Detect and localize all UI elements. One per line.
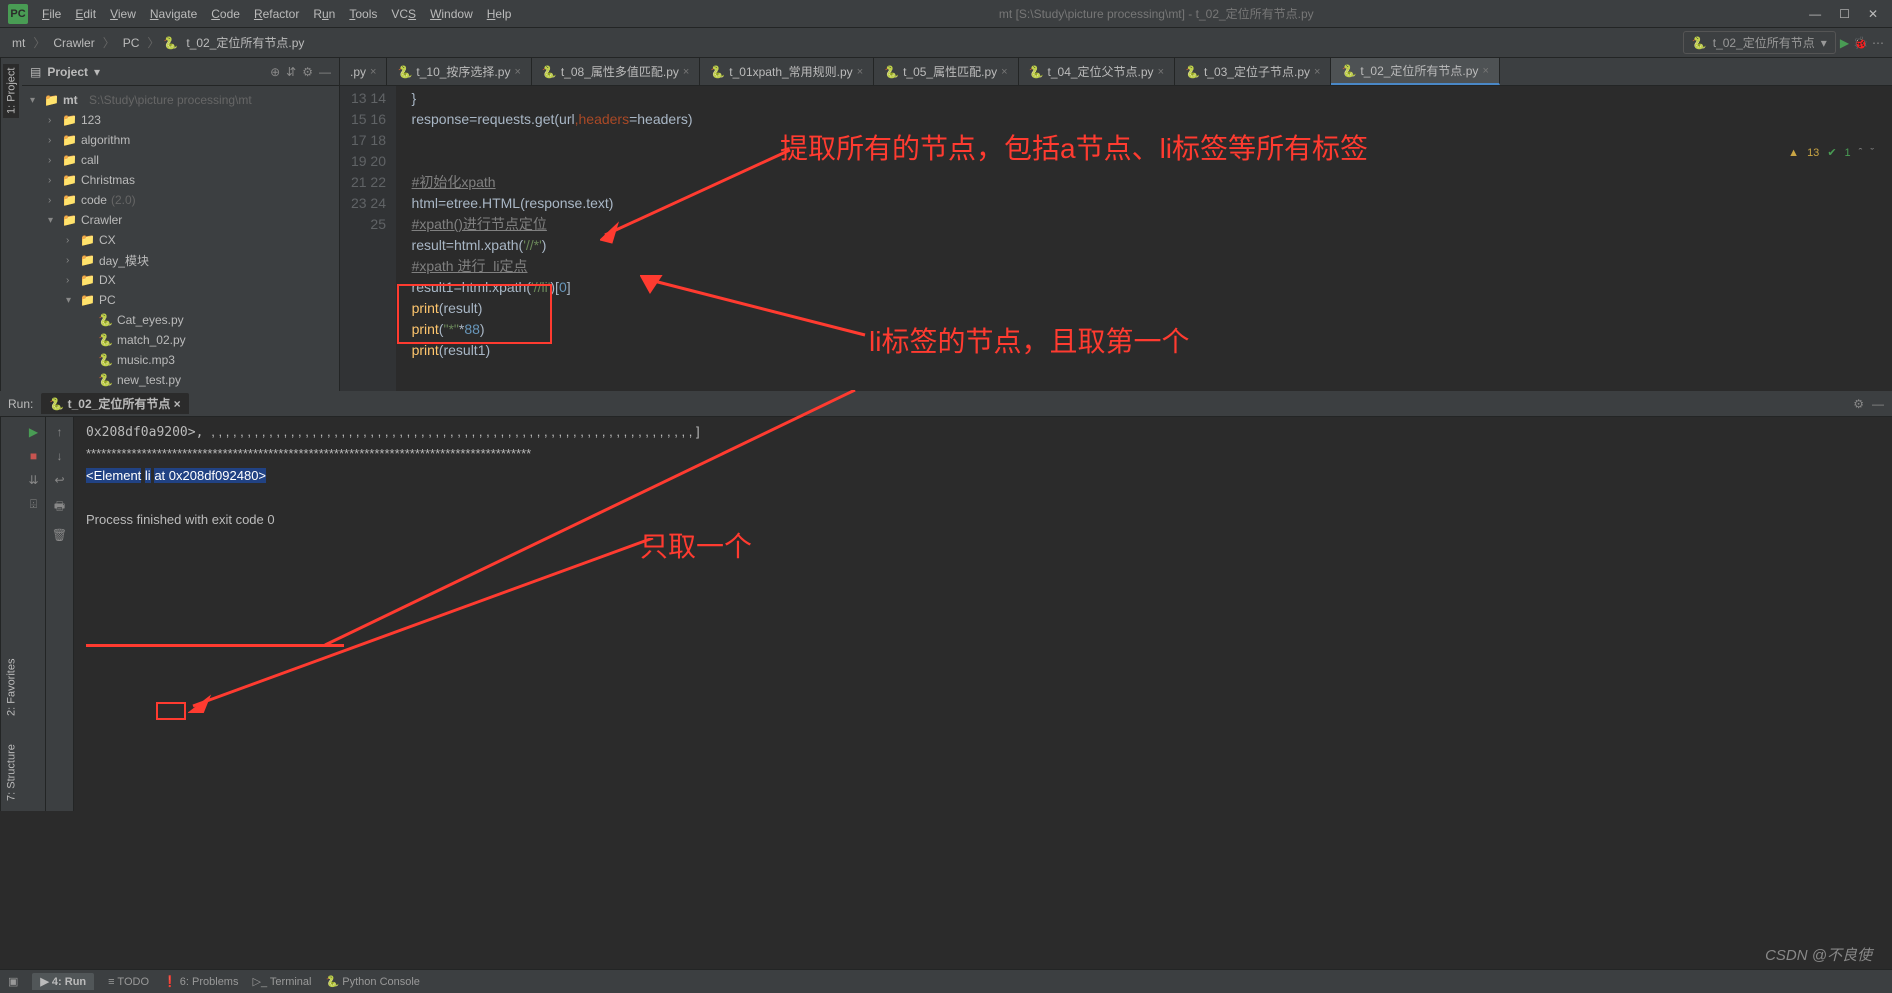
editor-tab[interactable]: 🐍t_02_定位所有节点.py× bbox=[1331, 58, 1499, 85]
app-icon: PC bbox=[8, 4, 28, 24]
editor-tab[interactable]: 🐍t_01xpath_常用规则.py× bbox=[700, 58, 874, 85]
menu-run[interactable]: Run bbox=[307, 3, 341, 25]
window-title: mt [S:\Study\picture processing\mt] - t_… bbox=[517, 5, 1795, 22]
rerun-icon[interactable]: ▶ bbox=[29, 425, 38, 439]
left-tool-strip: 1: Project bbox=[0, 58, 22, 391]
status-problems[interactable]: ❗ 6: Problems bbox=[163, 975, 238, 988]
menu-tools[interactable]: Tools bbox=[343, 3, 383, 25]
status-bar: ▣ ▶ 4: Run ≡ TODO ❗ 6: Problems ▷_ Termi… bbox=[0, 969, 1892, 993]
status-terminal[interactable]: ▷_ Terminal bbox=[252, 975, 311, 988]
layout-icon[interactable]: ⌹ bbox=[30, 497, 37, 512]
target-icon[interactable]: ⊕ bbox=[270, 65, 280, 79]
print-icon[interactable]: 🖶 bbox=[54, 497, 65, 518]
tree-item[interactable]: 🐍match_02.py bbox=[22, 330, 339, 350]
project-tree-icon: ▤ bbox=[30, 65, 41, 79]
navbar: mt〉 Crawler〉 PC〉 🐍 t_02_定位所有节点.py 🐍 t_02… bbox=[0, 28, 1892, 58]
main-menu: File Edit View Navigate Code Refactor Ru… bbox=[36, 3, 517, 25]
editor-tab[interactable]: 🐍t_05_属性匹配.py× bbox=[874, 58, 1018, 85]
chevron-down-icon: ▾ bbox=[1821, 36, 1827, 50]
menu-refactor[interactable]: Refactor bbox=[248, 3, 305, 25]
menu-edit[interactable]: Edit bbox=[69, 3, 102, 25]
console[interactable]: 0x208df0a9200>, , , , , , , , , , , , , … bbox=[74, 417, 1892, 811]
run-tab[interactable]: 🐍 t_02_定位所有节点 × bbox=[41, 393, 188, 414]
breadcrumb-2[interactable]: PC bbox=[119, 36, 144, 50]
run-panel: Run: 🐍 t_02_定位所有节点 × ⚙ — 7: Structure 2:… bbox=[0, 391, 1892, 811]
breadcrumb-1[interactable]: Crawler bbox=[49, 36, 98, 50]
tree-item[interactable]: ›📁123 bbox=[22, 110, 339, 130]
tree-item[interactable]: 🐍new_test.py bbox=[22, 370, 339, 390]
down2-icon[interactable]: ↓ bbox=[57, 449, 63, 463]
run-config-label: t_02_定位所有节点 bbox=[1713, 34, 1815, 51]
editor-tabs: .py×🐍t_10_按序选择.py×🐍t_08_属性多值匹配.py×🐍t_01x… bbox=[340, 58, 1892, 86]
menu-file[interactable]: File bbox=[36, 3, 67, 25]
tool-tab-favorites[interactable]: 2: Favorites bbox=[4, 655, 20, 720]
menu-help[interactable]: Help bbox=[481, 3, 518, 25]
stop-icon[interactable]: ■ bbox=[30, 449, 37, 463]
menu-code[interactable]: Code bbox=[205, 3, 246, 25]
gear-icon[interactable]: ⚙ bbox=[302, 65, 313, 79]
hide-tool-icon[interactable]: ▣ bbox=[8, 975, 18, 988]
gear-icon[interactable]: ⚙ bbox=[1853, 397, 1864, 411]
editor-tab[interactable]: 🐍t_04_定位父节点.py× bbox=[1019, 58, 1175, 85]
trash-icon[interactable]: 🗑 bbox=[52, 528, 67, 542]
debug-button[interactable]: 🐞 bbox=[1853, 36, 1868, 50]
run-button[interactable]: ▶ bbox=[1840, 36, 1849, 50]
chevron-down-icon[interactable]: ▾ bbox=[94, 65, 100, 79]
titlebar: PC File Edit View Navigate Code Refactor… bbox=[0, 0, 1892, 28]
inspections[interactable]: ▲13 ✔1 ˆˇ bbox=[1788, 146, 1874, 159]
editor-tab[interactable]: 🐍t_08_属性多值匹配.py× bbox=[532, 58, 700, 85]
up-icon[interactable]: ↑ bbox=[57, 425, 63, 439]
menu-navigate[interactable]: Navigate bbox=[144, 3, 203, 25]
tree-item[interactable]: 🐍music.mp3 bbox=[22, 350, 339, 370]
tree-item[interactable]: ›📁call bbox=[22, 150, 339, 170]
breadcrumb-file[interactable]: t_02_定位所有节点.py bbox=[182, 34, 308, 51]
breadcrumb-root[interactable]: mt bbox=[8, 36, 29, 50]
editor-tab[interactable]: 🐍t_10_按序选择.py× bbox=[387, 58, 531, 85]
wrap-icon[interactable]: ↩ bbox=[54, 473, 64, 487]
watermark: CSDN @不良使 bbox=[1765, 944, 1872, 965]
down-icon[interactable]: ⇊ bbox=[28, 473, 38, 487]
minimize-icon[interactable]: — bbox=[1809, 7, 1821, 21]
menu-vcs[interactable]: VCS bbox=[385, 3, 422, 25]
maximize-icon[interactable]: ☐ bbox=[1839, 7, 1850, 21]
editor-tab[interactable]: 🐍t_03_定位子节点.py× bbox=[1175, 58, 1331, 85]
tree-item[interactable]: ▾📁Crawler bbox=[22, 210, 339, 230]
status-pyconsole[interactable]: 🐍 Python Console bbox=[326, 975, 420, 988]
project-tree[interactable]: ▾📁mt S:\Study\picture processing\mt ›📁12… bbox=[22, 86, 339, 391]
gutter: 13 14 15 16 17 18 19 20 21 22 23 24 25 bbox=[340, 86, 396, 391]
editor: .py×🐍t_10_按序选择.py×🐍t_08_属性多值匹配.py×🐍t_01x… bbox=[340, 58, 1892, 391]
menu-view[interactable]: View bbox=[104, 3, 142, 25]
more-run-icon[interactable]: ⋯ bbox=[1872, 36, 1884, 50]
tool-tab-project[interactable]: 1: Project bbox=[4, 64, 20, 118]
tool-tab-structure[interactable]: 7: Structure bbox=[4, 740, 20, 805]
python-file-icon: 🐍 bbox=[163, 36, 178, 50]
hide-icon[interactable]: — bbox=[1872, 397, 1884, 411]
status-todo[interactable]: ≡ TODO bbox=[108, 976, 149, 988]
status-run[interactable]: ▶ 4: Run bbox=[32, 973, 94, 990]
menu-window[interactable]: Window bbox=[424, 3, 479, 25]
tree-item[interactable]: ›📁CX bbox=[22, 230, 339, 250]
tree-item[interactable]: ›📁Christmas bbox=[22, 170, 339, 190]
tree-item[interactable]: ›📁day_模块 bbox=[22, 250, 339, 270]
tree-item[interactable]: 🐍Cat_eyes.py bbox=[22, 310, 339, 330]
close-icon[interactable]: ✕ bbox=[1868, 7, 1878, 21]
run-config-select[interactable]: 🐍 t_02_定位所有节点 ▾ bbox=[1683, 31, 1836, 54]
tree-item[interactable]: ›📁algorithm bbox=[22, 130, 339, 150]
project-panel: ▤ Project ▾ ⊕ ⇵ ⚙ — ▾📁mt S:\Study\pictur… bbox=[22, 58, 340, 391]
expand-icon[interactable]: ⇵ bbox=[286, 65, 296, 79]
tree-item[interactable]: ▾📁PC bbox=[22, 290, 339, 310]
tree-item[interactable]: ›📁code (2.0) bbox=[22, 190, 339, 210]
project-title: Project bbox=[47, 65, 88, 79]
editor-tab[interactable]: .py× bbox=[340, 58, 387, 85]
hide-icon[interactable]: — bbox=[319, 65, 331, 79]
run-title: Run: bbox=[8, 397, 33, 411]
code-body[interactable]: } response=requests.get(url,headers=head… bbox=[396, 86, 1892, 391]
tree-item[interactable]: ›📁DX bbox=[22, 270, 339, 290]
